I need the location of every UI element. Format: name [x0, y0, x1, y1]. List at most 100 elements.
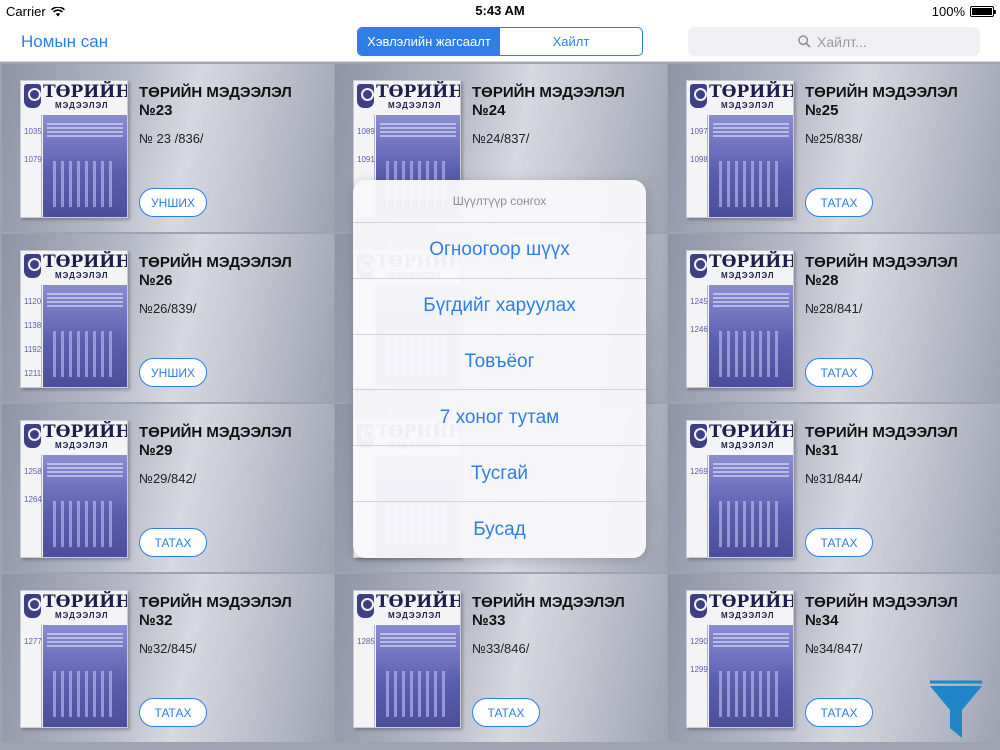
status-bar: Carrier 5:43 AM 100%	[0, 0, 1000, 22]
soyombo-emblem-icon	[357, 84, 374, 108]
cover-image	[376, 625, 460, 727]
cover-sidebar: 1120 1138 1192 1211	[24, 285, 42, 387]
cover-page-number: 1277	[24, 637, 42, 646]
cover-page-number: 1097	[690, 127, 708, 136]
view-segmented-control[interactable]: Хэвлэлийн жагсаалт Хайлт	[357, 27, 643, 56]
search-icon	[798, 35, 811, 48]
magazine-cover[interactable]: ТӨРИЙН МЭДЭЭЛЭЛ 1097 1098	[686, 80, 794, 218]
search-field[interactable]	[688, 27, 980, 56]
read-button[interactable]: УНШИХ	[139, 188, 207, 217]
filter-option-show-all[interactable]: Бүгдийг харуулах	[353, 279, 646, 335]
publication-title: ТӨРИЙН МЭДЭЭЛЭЛ №32	[139, 594, 292, 629]
filter-option-special[interactable]: Тусгай	[353, 446, 646, 502]
cover-masthead: ТӨРИЙН	[709, 82, 794, 102]
cover-page-number: 1258	[24, 467, 42, 476]
download-button[interactable]: ТАТАХ	[472, 698, 540, 727]
publication-cell[interactable]: ТӨРИЙН МЭДЭЭЛЭЛ 1269 ТӨРИЙН МЭДЭЭЛЭЛ №31 №31…	[668, 404, 1000, 572]
download-button[interactable]: ТАТАХ	[139, 528, 207, 557]
cover-page-number: 1264	[24, 495, 42, 504]
cover-image	[709, 115, 793, 217]
publication-number: №29/842/	[139, 471, 197, 486]
publication-title: ТӨРИЙН МЭДЭЭЛЭЛ №23	[139, 84, 292, 119]
cover-sidebar: 1097 1098	[690, 115, 708, 217]
download-button[interactable]: ТАТАХ	[139, 698, 207, 727]
publication-title: ТӨРИЙН МЭДЭЭЛЭЛ №33	[472, 594, 625, 629]
soyombo-emblem-icon	[690, 254, 707, 278]
publication-number: №34/847/	[805, 641, 863, 656]
filter-option-other[interactable]: Бусад	[353, 502, 646, 558]
cover-masthead-sub: МЭДЭЭЛЭЛ	[388, 611, 442, 620]
cover-page-number: 1299	[690, 665, 708, 674]
cover-masthead: ТӨРИЙН	[43, 592, 128, 612]
soyombo-emblem-icon	[24, 594, 41, 618]
cover-masthead: ТӨРИЙН	[709, 422, 794, 442]
cover-masthead: ТӨРИЙН	[709, 592, 794, 612]
cover-masthead: ТӨРИЙН	[43, 422, 128, 442]
cover-masthead-sub: МЭДЭЭЛЭЛ	[721, 611, 775, 620]
cover-image	[43, 285, 127, 387]
publication-title: ТӨРИЙН МЭДЭЭЛЭЛ №34	[805, 594, 958, 629]
cover-page-number: 1035	[24, 127, 42, 136]
cover-page-number: 1269	[690, 467, 708, 476]
publication-title: ТӨРИЙН МЭДЭЭЛЭЛ №26	[139, 254, 292, 289]
publication-cell[interactable]: ТӨРИЙН МЭДЭЭЛЭЛ 1097 1098 ТӨРИЙН МЭДЭЭЛЭЛ №2…	[668, 64, 1000, 232]
magazine-cover[interactable]: ТӨРИЙН МЭДЭЭЛЭЛ 1035 1079	[20, 80, 128, 218]
cover-image	[43, 625, 127, 727]
publication-cell[interactable]: ТӨРИЙН МЭДЭЭЛЭЛ 1120 1138 1192 1211 ТӨРИЙН МЭД…	[2, 234, 334, 402]
cover-masthead-sub: МЭДЭЭЛЭЛ	[721, 271, 775, 280]
magazine-cover[interactable]: ТӨРИЙН МЭДЭЭЛЭЛ 1258 1264	[20, 420, 128, 558]
publication-number: №25/838/	[805, 131, 863, 146]
publication-cell[interactable]: ТӨРИЙН МЭДЭЭЛЭЛ 1258 1264 ТӨРИЙН МЭДЭЭЛЭЛ №2…	[2, 404, 334, 572]
magazine-cover[interactable]: ТӨРИЙН МЭДЭЭЛЭЛ 1290 1299	[686, 590, 794, 728]
cover-masthead-sub: МЭДЭЭЛЭЛ	[721, 441, 775, 450]
battery-icon	[970, 6, 996, 17]
publication-number: №24/837/	[472, 131, 530, 146]
cover-sidebar: 1285	[357, 625, 375, 727]
filter-popover-title: Шүүлтүүр сонгох	[353, 180, 646, 223]
status-time: 5:43 AM	[475, 3, 525, 18]
nav-bar: Номын сан Хэвлэлийн жагсаалт Хайлт	[0, 22, 1000, 62]
filter-icon[interactable]	[928, 680, 984, 742]
filter-option-weekly[interactable]: 7 хоног тутам	[353, 390, 646, 447]
segment-search[interactable]: Хайлт	[500, 28, 642, 55]
filter-option-by-date[interactable]: Огноогоор шүүх	[353, 223, 646, 279]
cover-masthead: ТӨРИЙН	[43, 252, 128, 272]
publication-number: №28/841/	[805, 301, 863, 316]
cover-image	[709, 285, 793, 387]
cover-masthead-sub: МЭДЭЭЛЭЛ	[55, 271, 109, 280]
soyombo-emblem-icon	[24, 254, 41, 278]
publication-cell[interactable]: ТӨРИЙН МЭДЭЭЛЭЛ 1245 1246 ТӨРИЙН МЭДЭЭЛЭЛ №2…	[668, 234, 1000, 402]
cover-page-number: 1245	[690, 297, 708, 306]
publication-cell[interactable]: ТӨРИЙН МЭДЭЭЛЭЛ 1035 1079 ТӨРИЙН МЭДЭЭЛЭЛ №2…	[2, 64, 334, 232]
cover-sidebar: 1035 1079	[24, 115, 42, 217]
magazine-cover[interactable]: ТӨРИЙН МЭДЭЭЛЭЛ 1277	[20, 590, 128, 728]
cover-masthead: ТӨРИЙН	[709, 252, 794, 272]
cover-sidebar: 1245 1246	[690, 285, 708, 387]
search-input[interactable]	[817, 33, 977, 50]
magazine-cover[interactable]: ТӨРИЙН МЭДЭЭЛЭЛ 1285	[353, 590, 461, 728]
cover-sidebar: 1269	[690, 455, 708, 557]
cover-masthead-sub: МЭДЭЭЛЭЛ	[55, 441, 109, 450]
soyombo-emblem-icon	[690, 84, 707, 108]
library-back-button[interactable]: Номын сан	[21, 32, 108, 52]
cover-sidebar: 1258 1264	[24, 455, 42, 557]
download-button[interactable]: ТАТАХ	[805, 528, 873, 557]
filter-option-index[interactable]: Товъёог	[353, 335, 646, 391]
soyombo-emblem-icon	[690, 594, 707, 618]
magazine-cover[interactable]: ТӨРИЙН МЭДЭЭЛЭЛ 1269	[686, 420, 794, 558]
publication-title: ТӨРИЙН МЭДЭЭЛЭЛ №31	[805, 424, 958, 459]
download-button[interactable]: ТАТАХ	[805, 698, 873, 727]
read-button[interactable]: УНШИХ	[139, 358, 207, 387]
segment-publication-list[interactable]: Хэвлэлийн жагсаалт	[358, 28, 500, 55]
magazine-cover[interactable]: ТӨРИЙН МЭДЭЭЛЭЛ 1120 1138 1192 1211	[20, 250, 128, 388]
magazine-cover[interactable]: ТӨРИЙН МЭДЭЭЛЭЛ 1245 1246	[686, 250, 794, 388]
cover-page-number: 1285	[357, 637, 375, 646]
publication-number: № 23 /836/	[139, 131, 204, 146]
cover-image	[43, 115, 127, 217]
download-button[interactable]: ТАТАХ	[805, 358, 873, 387]
publication-cell[interactable]: ТӨРИЙН МЭДЭЭЛЭЛ 1285 ТӨРИЙН МЭДЭЭЛЭЛ №33 №33…	[335, 574, 667, 742]
download-button[interactable]: ТАТАХ	[805, 188, 873, 217]
cover-masthead-sub: МЭДЭЭЛЭЛ	[55, 611, 109, 620]
publication-cell[interactable]: ТӨРИЙН МЭДЭЭЛЭЛ 1277 ТӨРИЙН МЭДЭЭЛЭЛ №32 №32…	[2, 574, 334, 742]
publication-title: ТӨРИЙН МЭДЭЭЛЭЛ №28	[805, 254, 958, 289]
